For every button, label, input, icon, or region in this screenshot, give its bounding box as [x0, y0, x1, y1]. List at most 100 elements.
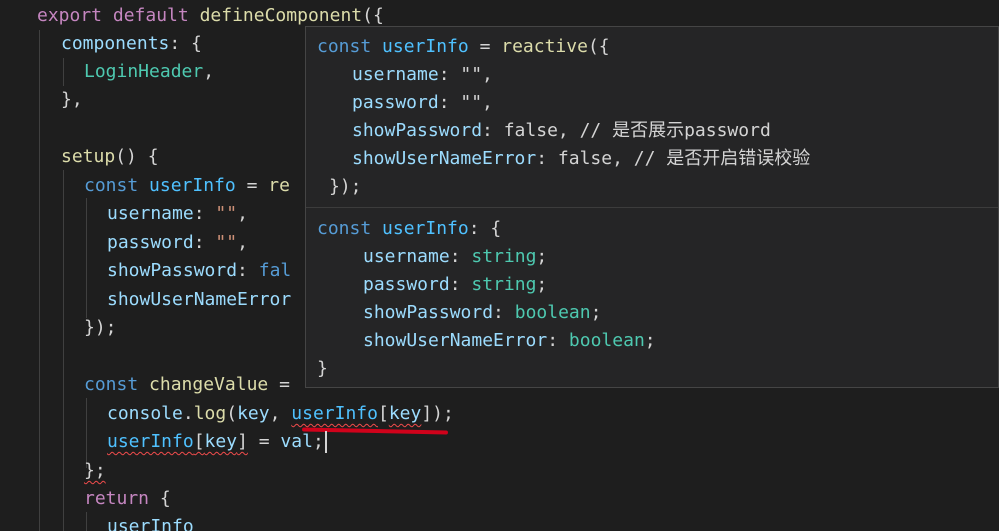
- value-name: val: [280, 431, 313, 452]
- property-key: username: [363, 246, 450, 267]
- punctuation: ;: [536, 274, 548, 295]
- keyword: const: [84, 374, 139, 395]
- property-key: showPassword: [352, 120, 483, 141]
- indent-guide: [86, 512, 87, 531]
- punctuation: ;: [536, 246, 548, 267]
- punctuation: {: [149, 488, 171, 509]
- hover-line: }: [317, 355, 328, 383]
- punctuation: =: [468, 36, 502, 57]
- variable-name: userInfo: [291, 403, 378, 424]
- punctuation: ;: [590, 302, 602, 323]
- function-name: setup: [61, 146, 116, 167]
- code-line-6: setup() {: [61, 143, 159, 171]
- index-key: key: [388, 403, 422, 424]
- punctuation: });: [84, 317, 117, 338]
- code-line-16: userInfo[key] = val;: [107, 428, 327, 456]
- hover-line: username: string;: [363, 243, 547, 271]
- punctuation: ,: [269, 403, 292, 424]
- hover-text: : false, // 是否开启错误校验: [536, 148, 811, 169]
- punctuation: });: [329, 176, 362, 197]
- keyword: const: [84, 175, 139, 196]
- index-key: key: [204, 431, 238, 452]
- object-name: console: [107, 403, 183, 424]
- punctuation: (: [226, 403, 238, 424]
- keyword: default: [112, 5, 189, 26]
- punctuation: :: [449, 246, 472, 267]
- hover-text: : "",: [438, 92, 493, 113]
- component-name: LoginHeader: [84, 61, 204, 82]
- string-literal: "": [215, 203, 238, 224]
- punctuation: :: [493, 302, 515, 323]
- indent-guide: [63, 170, 64, 531]
- type-name: string: [471, 246, 537, 267]
- code-line-11: showUserNameError: [107, 286, 291, 314]
- variable-name: userInfo: [107, 431, 194, 452]
- property-key: userInfo: [107, 516, 194, 531]
- string-literal: "": [215, 232, 238, 253]
- property-key: showUserNameError: [363, 330, 548, 351]
- hover-line: const userInfo: {: [317, 215, 501, 243]
- code-line-7: const userInfo = re: [84, 172, 290, 200]
- indent-guide: [63, 58, 64, 86]
- hover-line: showPassword: false, // 是否展示password: [352, 117, 771, 145]
- code-line-8: username: "",: [107, 200, 248, 228]
- code-line-17: };: [84, 457, 106, 485]
- punctuation: :: [193, 232, 216, 253]
- hover-line: password: "",: [352, 89, 493, 117]
- function-name: re: [268, 175, 290, 196]
- indent-guide: [86, 198, 87, 318]
- keyword: const: [317, 218, 372, 239]
- property-key: username: [107, 203, 194, 224]
- hover-line: username: "",: [352, 61, 493, 89]
- hover-tooltip: const userInfo = reactive({ username: ""…: [305, 26, 999, 388]
- property-key: password: [352, 92, 439, 113]
- punctuation: ,: [237, 232, 248, 253]
- hover-text: : "",: [438, 64, 493, 85]
- type-name: boolean: [568, 330, 645, 351]
- hover-type-signature: const userInfo: { username: string; pass…: [306, 208, 998, 388]
- code-line-15: console.log(key, userInfo[key]);: [107, 400, 454, 428]
- punctuation: },: [61, 89, 83, 110]
- property-key: username: [352, 64, 439, 85]
- function-name: defineComponent: [199, 5, 363, 26]
- punctuation: () {: [115, 146, 159, 167]
- keyword: export: [37, 5, 103, 26]
- code-line-12: });: [84, 314, 117, 342]
- hover-line: showUserNameError: boolean;: [363, 327, 656, 355]
- variable-name: userInfo: [149, 175, 236, 196]
- property-key: showUserNameError: [352, 148, 537, 169]
- punctuation: : {: [169, 33, 202, 54]
- punctuation: ({: [362, 5, 384, 26]
- code-line-3: LoginHeader,: [84, 58, 214, 86]
- function-name: reactive: [501, 36, 588, 57]
- punctuation: ,: [203, 61, 215, 82]
- punctuation: : {: [468, 218, 502, 239]
- code-editor[interactable]: export default defineComponent({ compone…: [0, 0, 999, 531]
- indent-guide: [39, 30, 40, 531]
- boolean-literal: fal: [258, 260, 292, 281]
- punctuation: ]: [421, 403, 433, 424]
- punctuation: ;: [312, 431, 324, 452]
- keyword: const: [317, 36, 372, 57]
- punctuation: :: [237, 260, 259, 281]
- punctuation: =: [268, 374, 290, 395]
- hover-line: const userInfo = reactive({: [317, 33, 610, 61]
- code-line-9: password: "",: [107, 229, 248, 257]
- punctuation: ;: [644, 330, 656, 351]
- code-line-2: components: {: [61, 30, 202, 58]
- function-name: log: [193, 403, 227, 424]
- property-key: components: [61, 33, 170, 54]
- punctuation: };: [84, 460, 106, 481]
- punctuation: ({: [587, 36, 610, 57]
- variable-name: userInfo: [382, 218, 469, 239]
- punctuation: :: [193, 203, 216, 224]
- hover-line: password: string;: [363, 271, 547, 299]
- punctuation: }: [317, 358, 328, 379]
- code-line-10: showPassword: fal: [107, 257, 291, 285]
- property-key: showPassword: [107, 260, 238, 281]
- type-name: boolean: [514, 302, 591, 323]
- punctuation: ,: [237, 203, 248, 224]
- code-line-4: },: [61, 86, 83, 114]
- argument-name: key: [237, 403, 270, 424]
- punctuation: =: [235, 175, 269, 196]
